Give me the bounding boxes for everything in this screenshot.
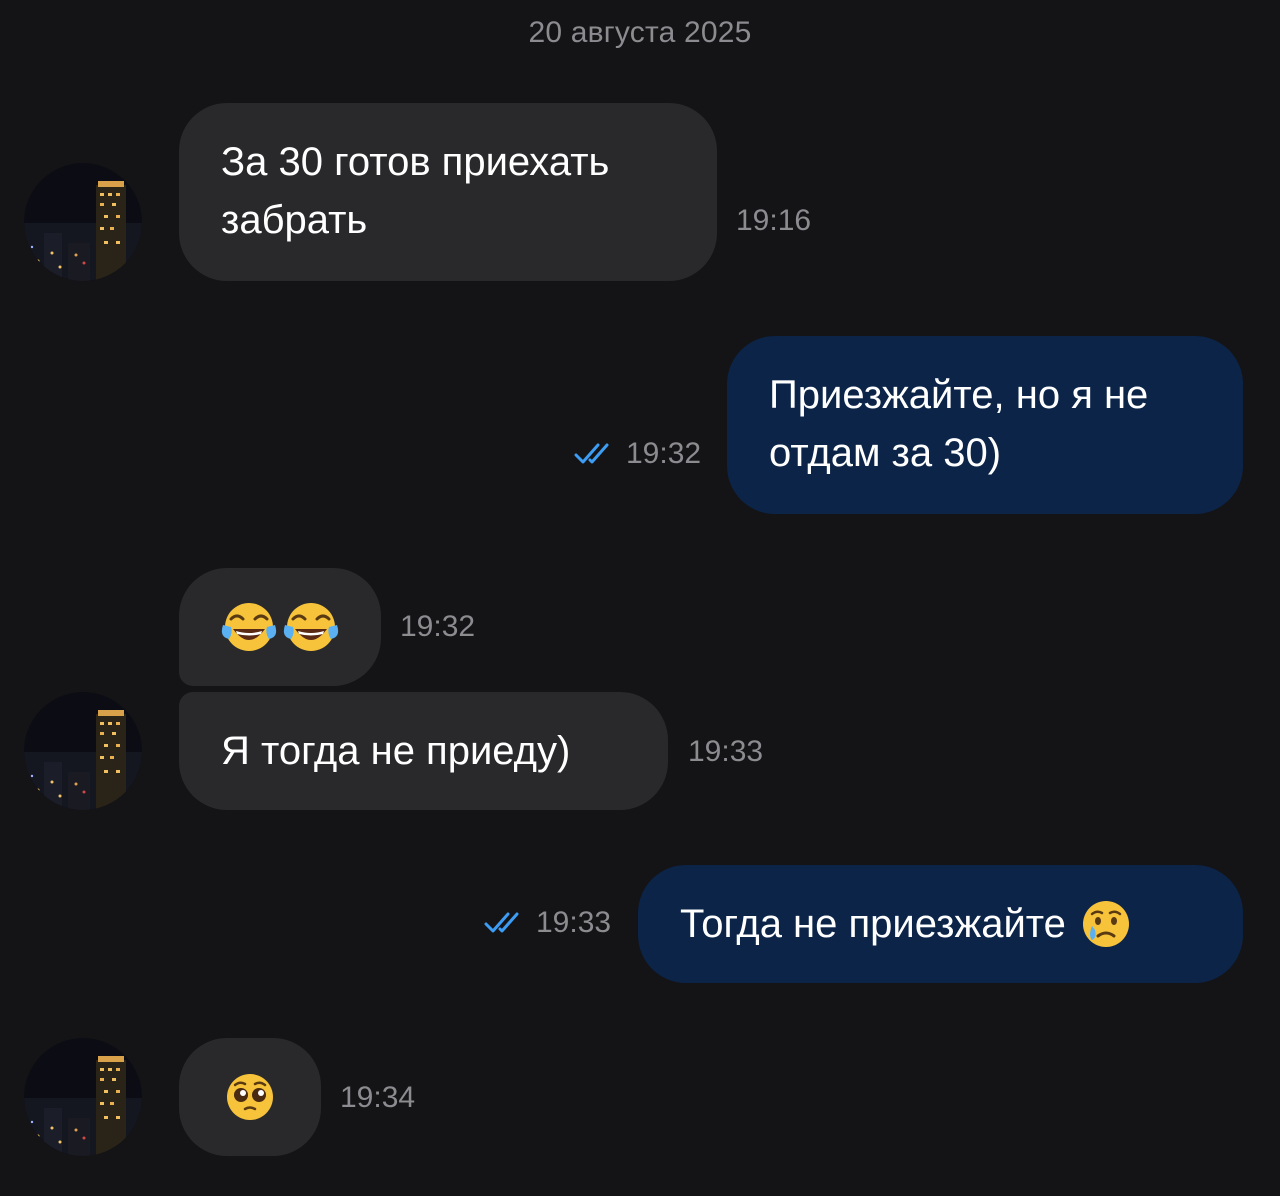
message-bubble-incoming[interactable] (179, 1038, 321, 1156)
message-text: За 30 готов приехать (221, 140, 610, 184)
message-time: 19:32 (400, 610, 476, 643)
message-time: 19:33 (688, 735, 764, 768)
night-city-avatar-icon (24, 692, 142, 810)
pleading-face-icon (224, 1071, 276, 1123)
message-text: Приезжайте, но я не (769, 373, 1149, 417)
face-with-tears-of-joy-icon (283, 599, 339, 655)
message-bubble-incoming[interactable] (179, 568, 381, 686)
message-bubble-incoming[interactable]: Я тогда не приеду) (179, 692, 668, 810)
message-time: 19:32 (626, 437, 702, 470)
message-text: отдам за 30) (769, 431, 1002, 475)
message-time: 19:16 (736, 204, 812, 237)
contact-avatar[interactable] (24, 692, 142, 810)
double-check-icon (574, 441, 618, 467)
message-time: 19:33 (536, 906, 612, 939)
date-separator: 20 августа 2025 (528, 16, 752, 49)
crying-face-icon (1080, 898, 1132, 950)
message-meta: 19:33 (484, 906, 611, 940)
message-bubble-outgoing[interactable]: Приезжайте, но я не отдам за 30) (727, 336, 1243, 514)
night-city-avatar-icon (24, 163, 142, 281)
message-text: Я тогда не приеду) (221, 729, 571, 773)
contact-avatar[interactable] (24, 163, 142, 281)
contact-avatar[interactable] (24, 1038, 142, 1156)
night-city-avatar-icon (24, 1038, 142, 1156)
face-with-tears-of-joy-icon (221, 599, 277, 655)
double-check-icon (484, 910, 528, 936)
message-text: забрать (221, 198, 368, 242)
message-bubble-outgoing[interactable]: Тогда не приезжайте (638, 865, 1243, 983)
message-text: Тогда не приезжайте (680, 902, 1066, 946)
message-time: 19:34 (340, 1081, 416, 1114)
message-meta: 19:32 (574, 437, 701, 471)
message-bubble-incoming[interactable]: За 30 готов приехать забрать (179, 103, 717, 281)
